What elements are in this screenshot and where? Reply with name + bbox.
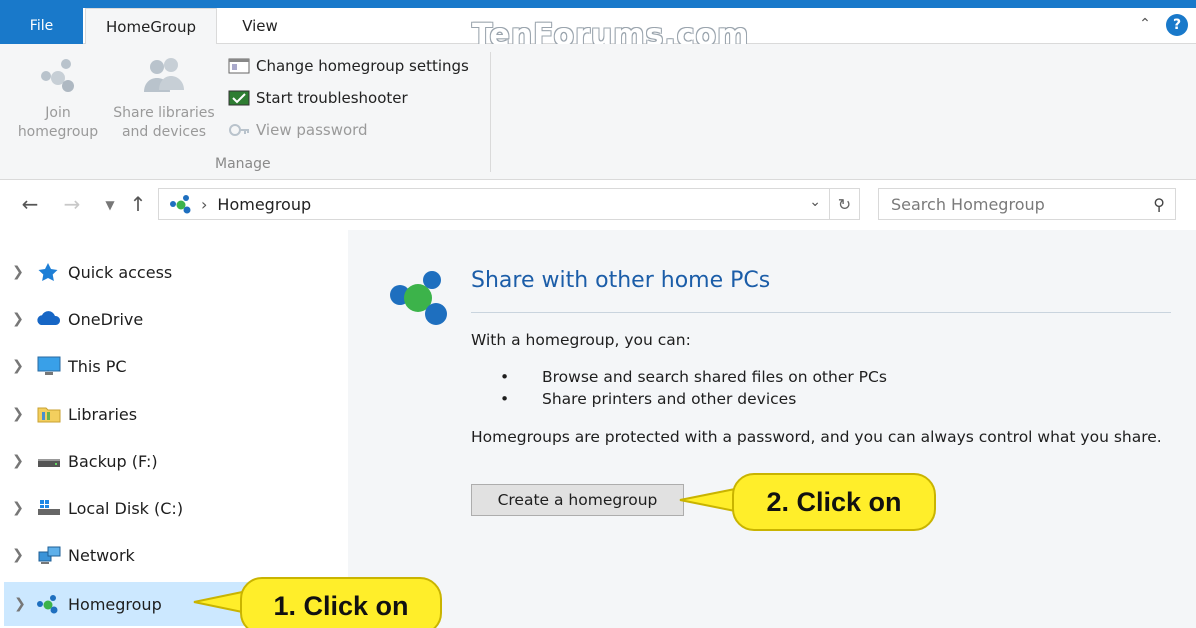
share-libraries-button[interactable]: Share libraries and devices	[108, 54, 220, 142]
settings-window-icon	[228, 57, 250, 75]
join-homegroup-button[interactable]: Join homegroup	[10, 54, 106, 142]
join-label-1: Join	[45, 105, 71, 121]
nav-item-label: Libraries	[68, 404, 138, 424]
nav-item-backup-f[interactable]: ❯ Backup (F:)	[0, 439, 348, 483]
nav-item-onedrive[interactable]: ❯ OneDrive	[0, 297, 348, 341]
ribbon: Join homegroup Share libraries and devic…	[0, 44, 1196, 180]
nav-item-this-pc[interactable]: ❯ This PC	[0, 344, 348, 388]
recent-locations-icon[interactable]: ▼	[98, 198, 122, 212]
users-icon	[141, 54, 187, 98]
search-placeholder: Search Homegroup	[891, 194, 1045, 214]
nav-item-label: This PC	[68, 356, 127, 376]
view-password-label: View password	[256, 121, 368, 139]
system-drive-icon	[36, 497, 62, 519]
address-bar[interactable]: › Homegroup ⌄	[158, 188, 830, 220]
expand-chevron-icon[interactable]: ❯	[0, 500, 36, 516]
bullet-dot: •	[500, 390, 510, 408]
breadcrumb-separator: ›	[201, 194, 208, 214]
back-icon[interactable]: ←	[18, 192, 42, 216]
tab-file[interactable]: File	[0, 8, 83, 44]
change-settings-label: Change homegroup settings	[256, 57, 469, 75]
nav-item-label: Backup (F:)	[68, 451, 158, 471]
expand-chevron-icon[interactable]: ❯	[0, 358, 36, 374]
refresh-icon[interactable]: ↻	[830, 188, 860, 220]
content-note: Homegroups are protected with a password…	[471, 428, 1162, 446]
expand-chevron-icon[interactable]: ❯	[0, 406, 36, 422]
create-homegroup-button[interactable]: Create a homegroup	[471, 484, 684, 516]
nav-item-label: Homegroup	[68, 594, 162, 614]
key-icon	[228, 121, 250, 139]
nav-item-local-disk-c[interactable]: ❯ Local Disk (C:)	[0, 486, 348, 530]
collapse-ribbon-icon[interactable]: ⌃	[1136, 16, 1154, 34]
bullet-item: Share printers and other devices	[542, 390, 797, 408]
nav-item-label: Local Disk (C:)	[68, 498, 184, 518]
group-separator	[490, 52, 491, 172]
callout-one: 1. Click on	[240, 577, 442, 628]
nav-item-libraries[interactable]: ❯ Libraries	[0, 392, 348, 436]
drive-icon	[36, 450, 62, 472]
troubleshooter-icon	[228, 89, 250, 107]
group-label-manage: Manage	[215, 156, 271, 172]
search-icon[interactable]: ⚲	[1153, 195, 1165, 214]
expand-chevron-icon[interactable]: ❯	[0, 453, 36, 469]
homegroup-icon	[36, 593, 62, 615]
breadcrumb-location[interactable]: Homegroup	[217, 195, 311, 214]
share-label-2: and devices	[121, 124, 207, 140]
expand-chevron-icon[interactable]: ❯	[0, 547, 36, 563]
tab-view[interactable]: View	[220, 8, 300, 44]
star-icon	[36, 261, 62, 283]
bullet-item: Browse and search shared files on other …	[542, 368, 887, 386]
change-settings-button[interactable]: Change homegroup settings	[228, 53, 469, 79]
expand-chevron-icon[interactable]: ❯	[4, 596, 36, 612]
bullet-dot: •	[500, 368, 510, 386]
join-label-2: homegroup	[17, 124, 99, 140]
nav-item-quick-access[interactable]: ❯ Quick access	[0, 250, 348, 294]
nav-item-label: Network	[68, 545, 135, 565]
callout-two: 2. Click on	[732, 473, 936, 531]
monitor-icon	[36, 355, 62, 377]
start-troubleshooter-label: Start troubleshooter	[256, 89, 408, 107]
search-input[interactable]: Search Homegroup ⚲	[878, 188, 1176, 220]
content-title: Share with other home PCs	[471, 268, 771, 293]
nav-item-label: OneDrive	[68, 309, 144, 329]
network-icon	[36, 544, 62, 566]
homegroup-small-icon	[169, 194, 195, 214]
homegroup-large-icon	[388, 270, 454, 332]
forward-icon[interactable]: →	[60, 192, 84, 216]
nav-item-label: Quick access	[68, 262, 173, 282]
cloud-icon	[36, 308, 62, 330]
up-icon[interactable]: ↑	[126, 192, 150, 216]
homegroup-icon	[36, 54, 80, 98]
view-password-button[interactable]: View password	[228, 117, 368, 143]
expand-chevron-icon[interactable]: ❯	[0, 311, 36, 327]
content-intro: With a homegroup, you can:	[471, 331, 691, 349]
share-label-1: Share libraries	[113, 105, 215, 121]
address-dropdown-icon[interactable]: ⌄	[809, 194, 821, 210]
expand-chevron-icon[interactable]: ❯	[0, 264, 36, 280]
help-icon[interactable]: ?	[1166, 14, 1188, 36]
nav-item-network[interactable]: ❯ Network	[0, 533, 348, 577]
title-bar	[0, 0, 1196, 8]
tab-homegroup[interactable]: HomeGroup	[85, 8, 217, 45]
title-divider	[471, 312, 1171, 313]
library-folder-icon	[36, 403, 62, 425]
start-troubleshooter-button[interactable]: Start troubleshooter	[228, 85, 408, 111]
